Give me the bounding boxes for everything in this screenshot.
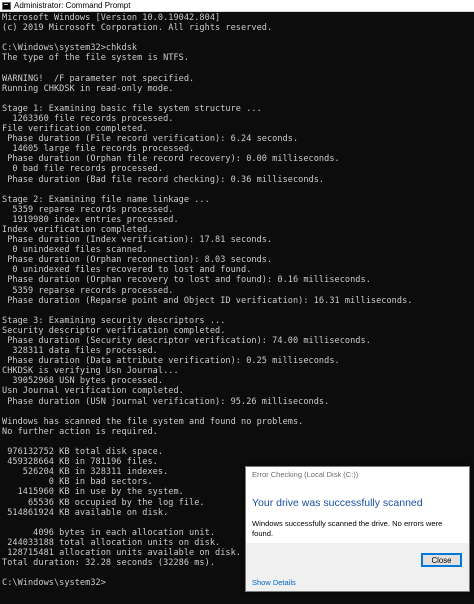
console-line: C:\Windows\system32>chkdsk xyxy=(2,43,138,54)
console-line: Stage 3: Examining security descriptors … xyxy=(2,315,226,326)
show-details-link[interactable]: Show Details xyxy=(252,578,296,587)
console-line: Phase duration (Reparse point and Object… xyxy=(2,295,413,306)
console-line: Security descriptor verification complet… xyxy=(2,325,226,336)
console-line: 39052968 USN bytes processed. xyxy=(2,376,164,387)
console-line: Phase duration (Security descriptor veri… xyxy=(2,336,371,346)
dialog-heading: Your drive was successfully scanned xyxy=(252,497,423,509)
console-line: Running CHKDSK in read-only mode. xyxy=(2,83,174,94)
console-line: 0 bad file records processed. xyxy=(2,164,164,175)
console-line: 328311 data files processed. xyxy=(2,346,158,357)
console-line: Index verification completed. xyxy=(2,224,153,235)
dialog-titlebar[interactable]: Error Checking (Local Disk (C:)) xyxy=(246,467,469,482)
console-line: Stage 2: Examining file name linkage ... xyxy=(2,194,210,205)
window-titlebar[interactable]: Administrator: Command Prompt xyxy=(0,0,474,12)
console-line: 1263360 file records processed. xyxy=(2,113,174,124)
console-line: 5359 reparse records processed. xyxy=(2,285,174,296)
console-line: Phase duration (Orphan reconnection): 8.… xyxy=(2,255,273,266)
console-line: CHKDSK is verifying Usn Journal... xyxy=(2,366,179,377)
dialog-message: Windows successfully scanned the drive. … xyxy=(252,519,443,538)
console-line: 0 unindexed files scanned. xyxy=(2,245,148,256)
close-button[interactable]: Close xyxy=(421,553,462,567)
console-line: Phase duration (Orphan file record recov… xyxy=(2,154,340,165)
console-line: 14605 large file records processed. xyxy=(2,144,195,155)
console-line: Windows has scanned the file system and … xyxy=(2,416,304,427)
console-line: (c) 2019 Microsoft Corporation. All righ… xyxy=(2,23,273,34)
console-line: File verification completed. xyxy=(2,124,148,135)
console-line: Phase duration (Index verification): 17.… xyxy=(2,235,273,246)
console-line: Stage 1: Examining basic file system str… xyxy=(2,103,262,114)
console-line: No further action is required. xyxy=(2,426,158,437)
console-line: Phase duration (Bad file record checking… xyxy=(2,174,325,185)
error-checking-dialog: Error Checking (Local Disk (C:)) Your dr… xyxy=(245,466,470,592)
console-line: Phase duration (Data attribute verificat… xyxy=(2,356,340,367)
console-line: The type of the file system is NTFS. xyxy=(2,53,190,64)
console-line: Usn Journal verification completed. xyxy=(2,386,184,397)
console-line: Phase duration (USN journal verification… xyxy=(2,396,330,407)
console-line: WARNING! /F parameter not specified. xyxy=(2,73,195,84)
console-line: 976132752 KB total disk space. xyxy=(2,447,164,458)
cmd-icon xyxy=(2,1,11,10)
console-line: 1919980 index entries processed. xyxy=(2,214,179,225)
window-title: Administrator: Command Prompt xyxy=(14,0,131,10)
console-line: Phase duration (Orphan recovery to lost … xyxy=(2,275,371,286)
dialog-title: Error Checking (Local Disk (C:)) xyxy=(252,470,359,479)
console-line: Phase duration (File record verification… xyxy=(2,134,299,145)
console-line: 5359 reparse records processed. xyxy=(2,204,174,215)
console-line: 0 unindexed files recovered to lost and … xyxy=(2,265,252,276)
console-line: Microsoft Windows [Version 10.0.19042.80… xyxy=(2,13,221,23)
